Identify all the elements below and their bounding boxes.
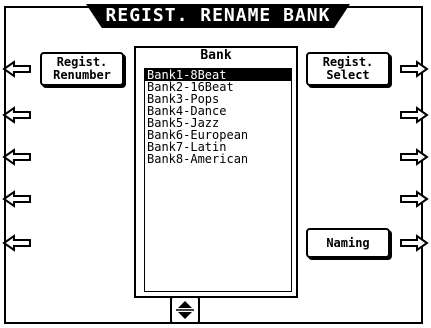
scroll-spinner[interactable] [170,296,200,324]
regist-select-button[interactable]: Regist. Select [306,52,390,86]
up-down-arrow-icon [176,301,194,319]
naming-button[interactable]: Naming [306,228,390,258]
right-panel-button-3-arrow-icon[interactable] [399,148,429,166]
right-panel-button-2-arrow-icon[interactable] [399,106,429,124]
right-panel-button-4-arrow-icon[interactable] [399,190,429,208]
left-panel-button-5-arrow-icon[interactable] [2,234,32,252]
right-panel-button-1-arrow-icon[interactable] [399,60,429,78]
regist-renumber-label-2: Renumber [53,68,111,82]
naming-label: Naming [326,235,370,250]
left-panel-button-3-arrow-icon[interactable] [2,148,32,166]
bank-list[interactable]: Bank1-8Beat Bank2-16Beat Bank3-Pops Bank4-D… [144,68,292,292]
left-panel-button-1-arrow-icon[interactable] [2,60,32,78]
left-panel-button-2-arrow-icon[interactable] [2,106,32,124]
bank-list-panel: Bank Bank1-8Beat Bank2-16Beat Bank3-Pops Ba… [134,46,298,298]
bank-list-item[interactable]: Bank8-American [145,153,291,165]
regist-renumber-button[interactable]: Regist. Renumber [40,52,124,86]
right-panel-button-5-arrow-icon[interactable] [399,234,429,252]
screen-title: REGIST. RENAME BANK [86,4,350,28]
bank-list-header: Bank [200,48,232,63]
left-panel-button-4-arrow-icon[interactable] [2,190,32,208]
regist-select-label-2: Select [326,68,370,82]
